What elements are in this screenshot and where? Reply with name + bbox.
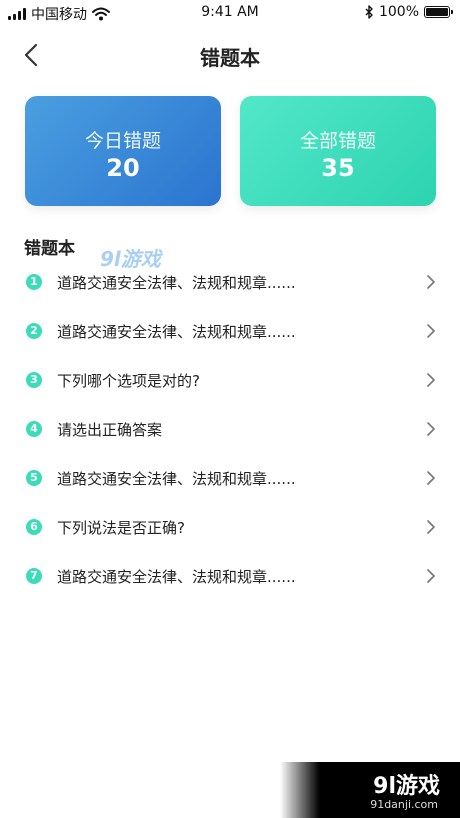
section-title: 错题本 [24, 239, 75, 259]
item-text: 下列说法是否正确? [57, 519, 185, 537]
chevron-right-icon [427, 520, 435, 534]
nav-bar: 错题本 [0, 30, 460, 78]
all-mistakes-label: 全部错题 [299, 130, 376, 152]
item-number-badge: 7 [26, 568, 42, 584]
list-item[interactable]: 2 道路交通安全法律、法规和规章...... [0, 307, 460, 356]
battery-label: 100% [378, 4, 419, 20]
status-right: 100% [364, 4, 453, 20]
watermark-brand: 9l游戏 [373, 774, 440, 799]
item-number-badge: 1 [26, 274, 42, 290]
status-bar: 中国移动 9:41 AM 100% [0, 0, 460, 26]
today-mistakes-label: 今日错题 [84, 130, 161, 152]
site-watermark: 9l游戏 91danji.com [280, 762, 460, 818]
item-number-badge: 4 [26, 421, 42, 437]
battery-icon [424, 6, 453, 18]
item-number-badge: 2 [26, 323, 42, 339]
item-text: 道路交通安全法律、法规和规章...... [57, 470, 296, 488]
chevron-right-icon [427, 324, 435, 338]
chevron-right-icon [427, 471, 435, 485]
today-mistakes-count: 20 [106, 154, 140, 182]
watermark-domain: 91danji.com [370, 798, 438, 811]
item-text: 道路交通安全法律、法规和规章...... [57, 323, 296, 341]
chevron-right-icon [427, 422, 435, 436]
item-text: 道路交通安全法律、法规和规章...... [57, 274, 296, 292]
list-item[interactable]: 7 道路交通安全法律、法规和规章...... [0, 552, 460, 601]
page-title: 错题本 [200, 46, 260, 70]
list-item[interactable]: 3 下列哪个选项是对的? [0, 356, 460, 405]
mistake-list: 1 道路交通安全法律、法规和规章...... 2 道路交通安全法律、法规和规章.… [0, 258, 460, 601]
chevron-right-icon [427, 275, 435, 289]
all-mistakes-card[interactable]: 全部错题 35 [240, 96, 436, 206]
list-item[interactable]: 1 道路交通安全法律、法规和规章...... [0, 258, 460, 307]
item-number-badge: 3 [26, 372, 42, 388]
list-item[interactable]: 5 道路交通安全法律、法规和规章...... [0, 454, 460, 503]
bluetooth-icon [365, 5, 373, 19]
item-text: 下列哪个选项是对的? [57, 372, 200, 390]
all-mistakes-count: 35 [321, 154, 355, 182]
screen: 中国移动 9:41 AM 100% 错题本 今日错题 20 全部错题 35 错题… [0, 0, 460, 818]
chevron-right-icon [427, 373, 435, 387]
list-item[interactable]: 6 下列说法是否正确? [0, 503, 460, 552]
item-number-badge: 6 [26, 519, 42, 535]
list-item[interactable]: 4 请选出正确答案 [0, 405, 460, 454]
today-mistakes-card[interactable]: 今日错题 20 [25, 96, 221, 206]
item-text: 道路交通安全法律、法规和规章...... [57, 568, 296, 586]
item-number-badge: 5 [26, 470, 42, 486]
item-text: 请选出正确答案 [57, 421, 163, 439]
chevron-right-icon [427, 569, 435, 583]
